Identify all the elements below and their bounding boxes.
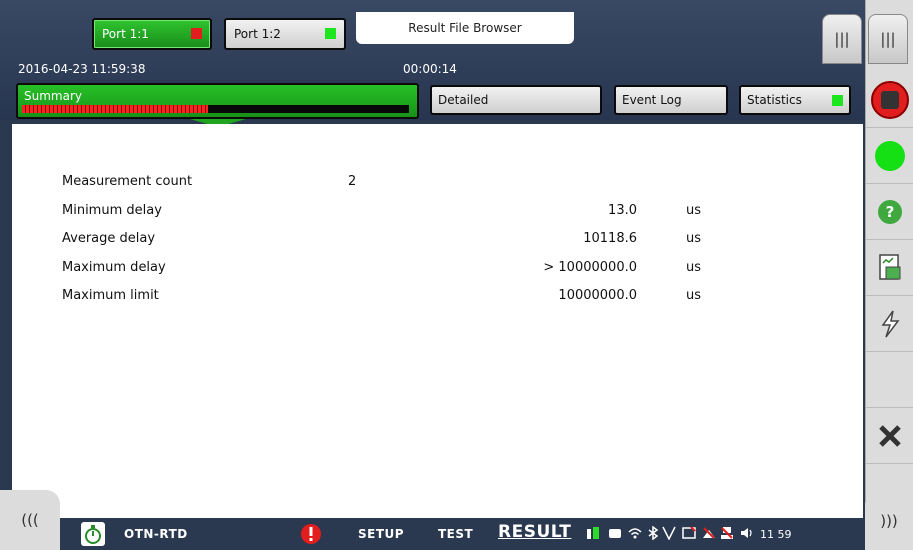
port-1-1-button[interactable]: Port 1:1 [92, 18, 212, 50]
port-1-2-button[interactable]: Port 1:2 [224, 18, 346, 50]
help-icon: ? [878, 199, 902, 224]
report-icon [879, 253, 901, 280]
tab-statistics[interactable]: Statistics [739, 85, 851, 115]
network-icon [721, 527, 733, 539]
result-value: 2 [348, 174, 357, 189]
bottom-bar: OTN-RTD SETUP TEST RESULT 11 59 [0, 518, 865, 550]
menu-icon[interactable]: ||| [868, 14, 908, 64]
tab-detailed[interactable]: Detailed [430, 85, 602, 115]
result-unit: us [686, 203, 702, 218]
result-value: 13.0 [608, 203, 637, 218]
alarm-icon[interactable] [300, 523, 322, 545]
result-row: Maximum limit 10000000.0 us [62, 288, 782, 308]
result-label: Measurement count [62, 174, 193, 189]
result-panel: Measurement count 2 Minimum delay 13.0 u… [12, 124, 863, 518]
bluetooth-icon [648, 526, 659, 540]
statistics-status-indicator [832, 95, 843, 106]
stopwatch-icon[interactable] [80, 521, 106, 547]
result-row: Minimum delay 13.0 us [62, 203, 782, 223]
left-expand-tab[interactable]: ((( [0, 490, 60, 550]
tab-summary-label: Summary [24, 89, 82, 103]
stop-button[interactable] [866, 72, 913, 128]
test-button[interactable]: TEST [438, 527, 473, 541]
result-file-browser-label: Result File Browser [408, 21, 522, 35]
result-unit: us [686, 288, 702, 303]
tab-summary[interactable]: Summary [16, 83, 419, 119]
close-button[interactable] [866, 408, 913, 464]
help-button[interactable]: ? [866, 184, 913, 240]
tab-event-log-label: Event Log [622, 93, 682, 107]
port-1-1-status-indicator [191, 28, 202, 39]
result-unit: us [686, 260, 702, 275]
chevron-left-icon: ((( [21, 511, 39, 529]
port-1-1-label: Port 1:1 [102, 27, 149, 41]
clock: 11 59 [760, 528, 792, 541]
spacer [866, 352, 913, 408]
result-row: Average delay 10118.6 us [62, 231, 782, 251]
summary-status-fill [22, 105, 208, 113]
remote-icon [682, 526, 696, 539]
report-button[interactable] [866, 240, 913, 296]
result-label: Minimum delay [62, 203, 162, 218]
tab-statistics-label: Statistics [747, 93, 802, 107]
result-button[interactable]: RESULT [498, 522, 571, 542]
result-value: 10000000.0 [558, 288, 637, 303]
result-value: 10118.6 [583, 231, 637, 246]
close-icon [879, 424, 901, 447]
chevron-right-icon: ))) [880, 512, 898, 530]
date-time: 2016-04-23 11:59:38 [18, 62, 146, 76]
right-side-panel: ||| ? [865, 0, 913, 550]
v-icon [662, 526, 676, 540]
result-value: > 10000000.0 [543, 260, 637, 275]
app-name: OTN-RTD [124, 527, 188, 541]
event-button[interactable] [866, 296, 913, 352]
result-unit: us [686, 231, 702, 246]
wifi-icon [628, 528, 642, 539]
svg-text:?: ? [886, 203, 895, 221]
right-expand-tab[interactable]: ))) [865, 492, 913, 550]
result-row: Measurement count 2 [62, 174, 782, 194]
summary-status-bar [22, 105, 409, 113]
no-connection-icon [703, 527, 715, 539]
power-icon [587, 527, 599, 539]
green-status-icon [875, 140, 905, 171]
status-button[interactable] [866, 128, 913, 184]
stop-icon [871, 80, 909, 119]
lightning-icon [881, 310, 900, 337]
result-label: Maximum delay [62, 260, 166, 275]
setup-button[interactable]: SETUP [358, 527, 404, 541]
port-1-2-label: Port 1:2 [234, 27, 281, 41]
result-file-browser-button[interactable]: Result File Browser [356, 12, 574, 44]
result-row: Maximum delay > 10000000.0 us [62, 260, 782, 280]
result-label: Maximum limit [62, 288, 159, 303]
volume-icon [741, 528, 752, 538]
tab-detailed-label: Detailed [438, 93, 489, 107]
main-menu-icon[interactable]: ||| [822, 14, 862, 64]
elapsed-time: 00:00:14 [403, 62, 457, 76]
top-bar: Port 1:1 Port 1:2 Result File Browser 20… [0, 0, 865, 120]
result-label: Average delay [62, 231, 156, 246]
usb-icon [609, 529, 621, 538]
port-1-2-status-indicator [325, 28, 336, 39]
tab-event-log[interactable]: Event Log [614, 85, 728, 115]
